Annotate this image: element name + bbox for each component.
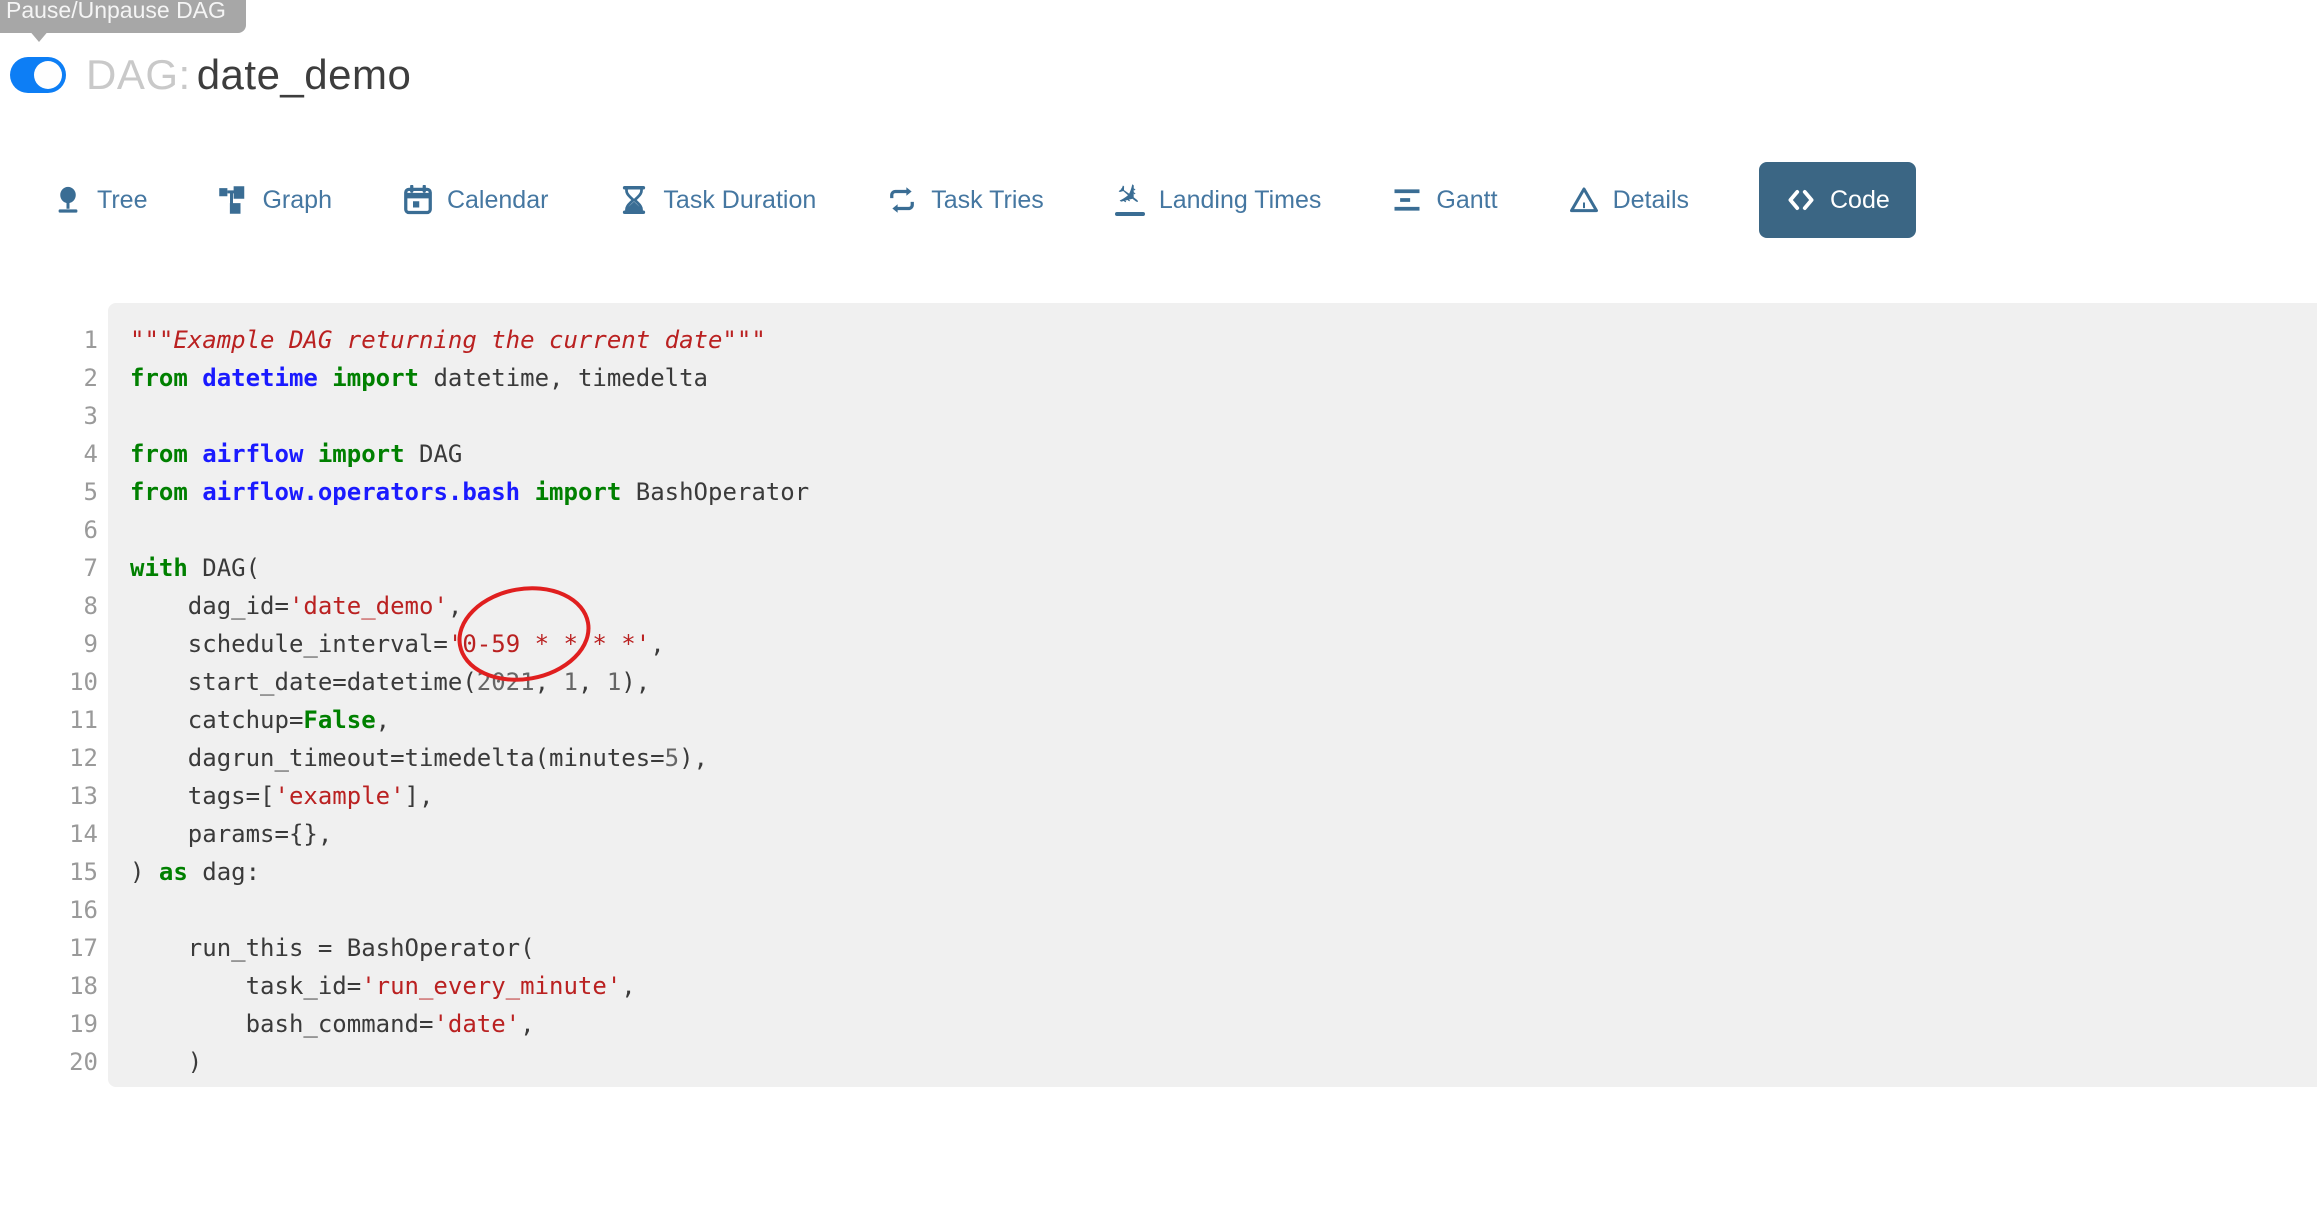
hourglass-icon — [618, 184, 650, 216]
code-line-7: with DAG( — [130, 549, 2307, 587]
code-line-9: schedule_interval='0-59 * * * *', — [130, 625, 2307, 663]
line-number: 20 — [0, 1043, 98, 1081]
line-number: 5 — [0, 473, 98, 511]
tab-code[interactable]: Code — [1759, 162, 1916, 238]
tab-tree[interactable]: Tree — [52, 162, 147, 238]
code-line-8: dag_id='date_demo', — [130, 587, 2307, 625]
tab-label: Gantt — [1436, 186, 1497, 215]
line-number: 1 — [0, 321, 98, 359]
line-number: 16 — [0, 891, 98, 929]
tab-calendar[interactable]: Calendar — [402, 162, 548, 238]
code-line-1: """Example DAG returning the current dat… — [130, 321, 2307, 359]
code-line-14: params={}, — [130, 815, 2307, 853]
dag-name: date_demo — [197, 51, 412, 98]
line-number: 11 — [0, 701, 98, 739]
tab-label: Graph — [262, 186, 331, 215]
tab-label: Code — [1830, 186, 1890, 215]
code-line-3 — [130, 397, 2307, 435]
code-line-13: tags=['example'], — [130, 777, 2307, 815]
line-number: 14 — [0, 815, 98, 853]
tab-task-duration[interactable]: Task Duration — [618, 162, 816, 238]
tab-label: Task Duration — [663, 186, 816, 215]
tab-gantt[interactable]: Gantt — [1391, 162, 1497, 238]
line-number: 2 — [0, 359, 98, 397]
airflow-code-page: Pause/Unpause DAG DAG:date_demo Tree Grap… — [0, 0, 2317, 1228]
code-line-19: bash_command='date', — [130, 1005, 2307, 1043]
code-line-18: task_id='run_every_minute', — [130, 967, 2307, 1005]
code-line-11: catchup=False, — [130, 701, 2307, 739]
code-line-6 — [130, 511, 2307, 549]
line-number: 8 — [0, 587, 98, 625]
pause-unpause-tooltip: Pause/Unpause DAG — [0, 0, 246, 33]
code-line-16 — [130, 891, 2307, 929]
plane-landing-icon: ✈ — [1114, 184, 1146, 216]
line-number: 17 — [0, 929, 98, 967]
line-number: 12 — [0, 739, 98, 777]
line-number: 13 — [0, 777, 98, 815]
tab-task-tries[interactable]: Task Tries — [886, 162, 1044, 238]
tooltip-text: Pause/Unpause DAG — [6, 0, 226, 23]
gantt-icon — [1391, 184, 1423, 216]
line-number: 7 — [0, 549, 98, 587]
line-number: 15 — [0, 853, 98, 891]
code-line-20: ) — [130, 1043, 2307, 1081]
toggle-knob — [34, 61, 62, 89]
line-number: 10 — [0, 663, 98, 701]
code-line-17: run_this = BashOperator( — [130, 929, 2307, 967]
code-line-4: from airflow import DAG — [130, 435, 2307, 473]
graph-icon — [217, 184, 249, 216]
code-icon — [1785, 184, 1817, 216]
code-line-5: from airflow.operators.bash import BashO… — [130, 473, 2307, 511]
line-number: 4 — [0, 435, 98, 473]
tab-label: Task Tries — [931, 186, 1044, 215]
dag-view-tabs: Tree Graph Calendar Task Duration Task Tries… — [52, 162, 1916, 238]
code-view: 1234567891011121314151617181920 """Examp… — [0, 303, 2317, 1087]
tree-icon — [52, 184, 84, 216]
tab-graph[interactable]: Graph — [217, 162, 331, 238]
repeat-icon — [886, 184, 918, 216]
dag-label: DAG: — [86, 51, 191, 98]
tab-landing-times[interactable]: ✈ Landing Times — [1114, 162, 1322, 238]
line-number: 9 — [0, 625, 98, 663]
code-line-2: from datetime import datetime, timedelta — [130, 359, 2307, 397]
tab-details[interactable]: Details — [1568, 162, 1689, 238]
dag-pause-toggle[interactable] — [10, 57, 66, 93]
code-pane: """Example DAG returning the current dat… — [108, 303, 2317, 1087]
tab-label: Details — [1613, 186, 1689, 215]
tab-label: Landing Times — [1159, 186, 1322, 215]
line-number: 18 — [0, 967, 98, 1005]
line-number: 3 — [0, 397, 98, 435]
line-number: 19 — [0, 1005, 98, 1043]
line-number: 6 — [0, 511, 98, 549]
line-number-gutter: 1234567891011121314151617181920 — [0, 303, 108, 1081]
details-icon — [1568, 184, 1600, 216]
code-line-10: start_date=datetime(2021, 1, 1), — [130, 663, 2307, 701]
tab-label: Tree — [97, 186, 147, 215]
code-line-12: dagrun_timeout=timedelta(minutes=5), — [130, 739, 2307, 777]
page-title: DAG:date_demo — [86, 50, 411, 100]
tab-label: Calendar — [447, 186, 548, 215]
calendar-icon — [402, 184, 434, 216]
code-line-15: ) as dag: — [130, 853, 2307, 891]
